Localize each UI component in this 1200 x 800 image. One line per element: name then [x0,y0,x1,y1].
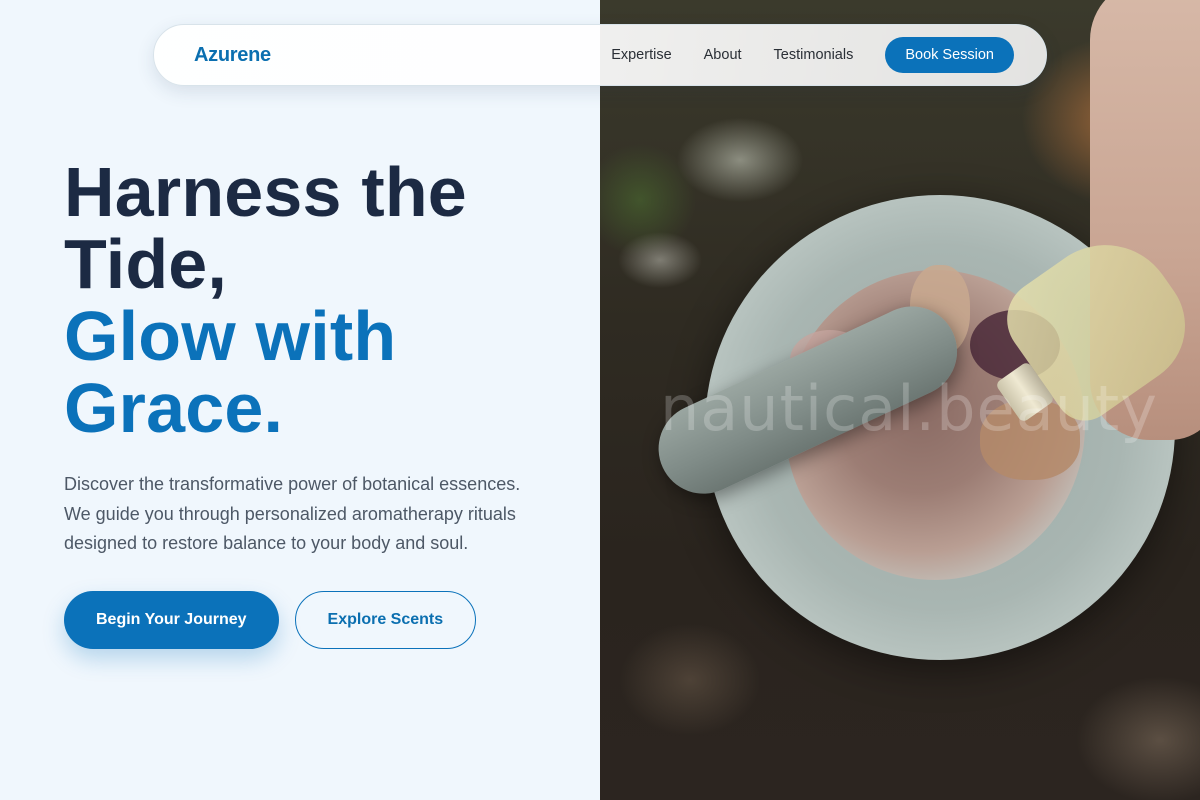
hero-cta-group: Begin Your Journey Explore Scents [64,590,584,649]
top-navbar: Azurene Expertise About Testimonials Boo… [153,24,1047,86]
headline-accent-line: Glow with [64,297,397,375]
headline-accent-line: Grace. [64,369,284,447]
nav-link-about[interactable]: About [704,47,742,63]
nav-link-expertise[interactable]: Expertise [611,47,671,63]
hero-image: nautical.beauty [600,0,1200,800]
explore-scents-button[interactable]: Explore Scents [294,590,477,649]
image-watermark: nautical.beauty [660,372,1158,445]
headline-line: Tide, [64,225,228,303]
nav-links: Expertise About Testimonials Book Sessio… [611,37,1014,73]
hero-section: Harness the Tide, Glow with Grace. Disco… [64,156,584,649]
description-line: designed to restore balance to your body… [64,533,469,553]
headline-line: Harness the [64,153,467,231]
begin-journey-button[interactable]: Begin Your Journey [64,590,279,649]
brand-logo[interactable]: Azurene [194,44,271,67]
hero-headline: Harness the Tide, Glow with Grace. [64,156,584,444]
hero-description: Discover the transformative power of bot… [64,470,534,559]
book-session-button[interactable]: Book Session [885,37,1014,73]
nav-link-testimonials[interactable]: Testimonials [774,47,854,63]
description-line: Discover the transformative power of bot… [64,474,521,494]
description-line: We guide you through personalized aromat… [64,503,516,524]
